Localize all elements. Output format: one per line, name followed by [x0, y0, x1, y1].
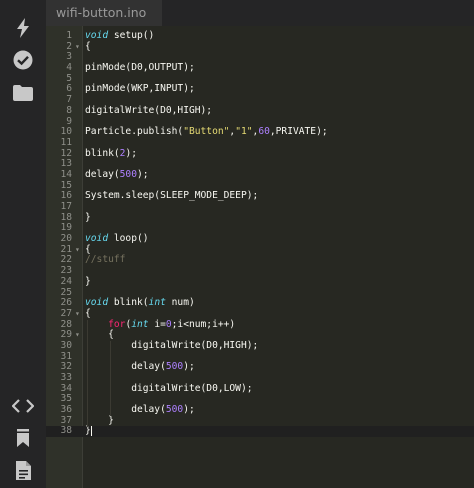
tab-wifi-button[interactable]: wifi-button.ino: [46, 0, 162, 26]
code-line[interactable]: 38}: [46, 425, 474, 438]
code-line[interactable]: 4 pinMode(D0,OUTPUT);: [46, 62, 474, 74]
code-text: //stuff: [85, 254, 126, 266]
line-number: 38: [60, 425, 72, 437]
code-text: delay(500);: [85, 168, 149, 180]
code-line[interactable]: 11: [46, 136, 474, 149]
line-number: 24: [60, 275, 72, 287]
fold-toggle-icon[interactable]: ▾: [75, 309, 83, 320]
tab-bar: wifi-button.ino: [46, 0, 474, 26]
code-text: {: [85, 307, 91, 319]
code-line[interactable]: 1 void setup(): [46, 30, 474, 42]
line-number: 27: [60, 307, 72, 319]
indent-guide: [110, 341, 112, 417]
code-text: void setup(): [85, 30, 155, 41]
indent-guide: [87, 319, 88, 427]
code-text: pinMode(WKP,INPUT);: [85, 83, 195, 95]
line-number: 11: [60, 136, 72, 148]
code-line[interactable]: 14 delay(500);: [46, 168, 474, 181]
verify-check-icon[interactable]: [12, 49, 34, 71]
line-number: 8: [66, 104, 72, 116]
code-line[interactable]: 26 void blink(int num): [46, 297, 474, 309]
code-icon[interactable]: [12, 395, 34, 417]
code-line[interactable]: 12 blink(2);: [46, 147, 474, 160]
code-line[interactable]: 23: [46, 265, 474, 277]
fold-toggle-icon[interactable]: ▾: [75, 245, 83, 256]
code-text: }: [85, 425, 91, 437]
code-text: }: [85, 211, 91, 223]
fold-toggle-icon[interactable]: ▾: [75, 330, 83, 341]
code-text: digitalWrite(D0,HIGH);: [85, 104, 213, 116]
code-line[interactable]: 10 Particle.publish("Button","1",60,PRIVA…: [46, 126, 474, 138]
code-text: void loop(): [85, 233, 149, 245]
code-line[interactable]: 20 void loop(): [46, 233, 474, 245]
code-line[interactable]: 16 System.sleep(SLEEP_MODE_DEEP);: [46, 191, 474, 202]
code-text: {: [85, 40, 91, 52]
code-text: delay(500);: [85, 361, 195, 373]
bookmark-icon[interactable]: [12, 427, 34, 449]
document-icon[interactable]: [12, 459, 34, 481]
code-line[interactable]: 2 ▾{: [46, 40, 474, 53]
code-editor[interactable]: 1 void setup() 2 ▾{3 4 pinMode(D0,OUTPUT); 5 6 p…: [46, 26, 474, 488]
sidebar: [0, 0, 47, 488]
code-line[interactable]: 18}: [46, 211, 474, 224]
text-cursor: [91, 426, 92, 437]
code-line[interactable]: 37 }: [46, 415, 474, 427]
code-text: pinMode(D0,OUTPUT);: [85, 62, 195, 74]
code-text: Particle.publish("Button","1",60,PRIVATE…: [85, 126, 328, 138]
fold-toggle-icon[interactable]: ▾: [75, 42, 83, 53]
code-line[interactable]: 8 digitalWrite(D0,HIGH);: [46, 104, 474, 117]
code-text: System.sleep(SLEEP_MODE_DEEP);: [85, 190, 259, 202]
folder-icon[interactable]: [12, 82, 34, 104]
code-line[interactable]: 24}: [46, 275, 474, 288]
code-text: }: [85, 275, 91, 287]
flash-icon[interactable]: [12, 17, 34, 39]
code-text: void blink(int num): [85, 297, 195, 309]
code-line[interactable]: 6 pinMode(WKP,INPUT);: [46, 84, 474, 95]
code-line[interactable]: 17: [46, 201, 474, 213]
code-line[interactable]: 22//stuff: [46, 255, 474, 266]
code-text: blink(2);: [85, 147, 137, 159]
